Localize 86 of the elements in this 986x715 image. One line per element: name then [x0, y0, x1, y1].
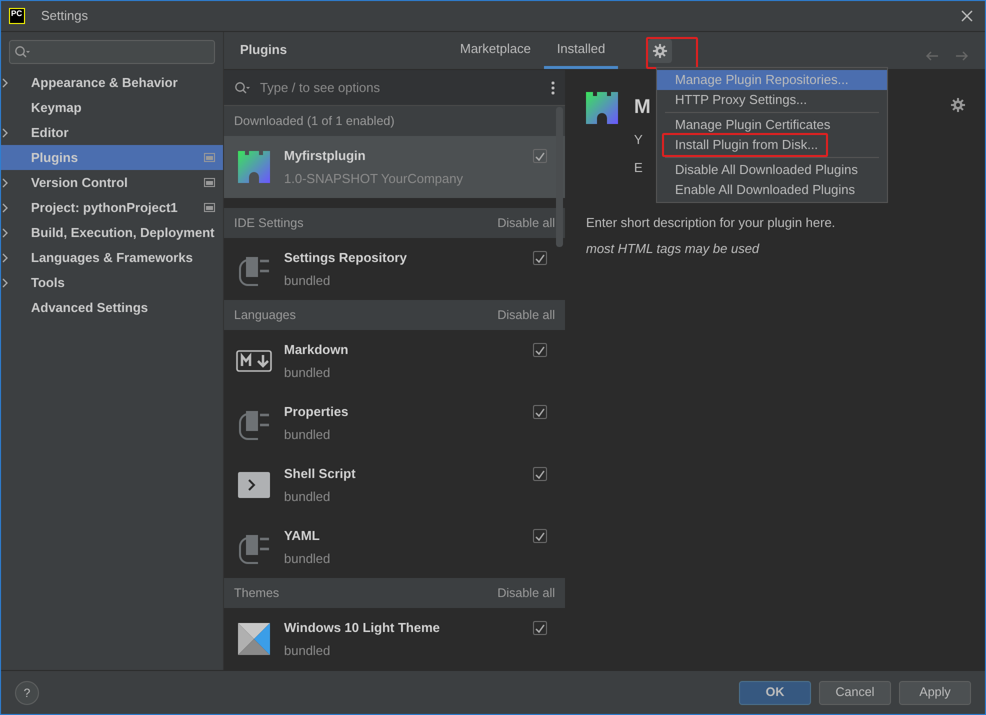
- more-options-icon: [551, 80, 555, 94]
- sidebar-item[interactable]: Languages & Frameworks: [1, 245, 223, 270]
- plugin-meta: 1.0-SNAPSHOT YourCompany: [284, 170, 464, 188]
- menu-item[interactable]: Manage Plugin Certificates: [657, 115, 887, 135]
- plugin-meta: bundled: [284, 550, 332, 568]
- enable-checkbox[interactable]: [533, 343, 547, 357]
- enable-checkbox[interactable]: [533, 149, 547, 163]
- plugin-description: Enter short description for your plugin here.: [586, 214, 836, 232]
- plugin-name: Settings Repository: [284, 248, 408, 267]
- plugin-name: Shell Script: [284, 464, 357, 483]
- plugin-row[interactable]: Myfirstplugin 1.0-SNAPSHOT YourCompany: [224, 136, 565, 198]
- section-title: Languages: [234, 306, 296, 324]
- app-logo: PC: [9, 8, 25, 24]
- search-field[interactable]: Type / to see options: [224, 70, 565, 106]
- sidebar-item[interactable]: Advanced Settings: [1, 295, 223, 320]
- project-level-icon: [204, 203, 215, 212]
- menu-item[interactable]: Enable All Downloaded Plugins: [657, 180, 887, 200]
- disable-all-link[interactable]: Disable all: [497, 306, 555, 324]
- plugin-meta: E: [634, 158, 644, 176]
- sidebar-item[interactable]: Editor: [1, 120, 223, 145]
- plugin-meta: bundled: [284, 364, 332, 382]
- enable-checkbox[interactable]: [533, 529, 547, 543]
- chevron-icon: [1, 178, 9, 188]
- sidebar-item[interactable]: Version Control: [1, 170, 223, 195]
- settings-icon: [951, 98, 965, 112]
- tab[interactable]: Marketplace: [447, 38, 544, 69]
- terminal-icon: [238, 472, 270, 498]
- menu-item[interactable]: Install Plugin from Disk...: [657, 135, 887, 155]
- dialog-button[interactable]: Cancel: [819, 680, 891, 704]
- project-level-icon: [204, 178, 215, 187]
- sidebar-item[interactable]: Build, Execution, Deployment: [1, 220, 223, 245]
- settings-icon: [653, 44, 668, 58]
- theme-icon: [238, 623, 270, 655]
- plugin-name: YAML: [284, 526, 321, 544]
- enable-checkbox[interactable]: [533, 467, 547, 481]
- plugin-name: Markdown: [284, 340, 350, 358]
- plugin-note: most HTML tags may be used: [586, 240, 760, 258]
- menu-item[interactable]: Disable All Downloaded Plugins: [657, 160, 887, 180]
- plugin-meta: bundled: [284, 272, 332, 290]
- chevron-icon: [1, 252, 9, 262]
- sidebar-item[interactable]: Keymap: [1, 95, 223, 120]
- search-input[interactable]: Type / to see options: [258, 76, 543, 98]
- sidebar-item[interactable]: Appearance & Behavior: [1, 70, 223, 95]
- enable-checkbox[interactable]: [533, 405, 547, 419]
- disable-all-link[interactable]: Disable all: [497, 584, 555, 602]
- castle-icon: [238, 151, 270, 183]
- scrollbar-thumb[interactable]: [556, 107, 563, 247]
- disable-all-link[interactable]: Disable all: [497, 214, 555, 232]
- sidebar-item[interactable]: Plugins: [1, 145, 223, 170]
- search-field[interactable]: [9, 40, 215, 64]
- plugin-name: Properties: [284, 402, 350, 421]
- plugin-vendor: Y: [634, 131, 644, 149]
- sidebar-item[interactable]: Tools: [1, 270, 223, 295]
- search-icon: [234, 80, 250, 94]
- settings-button[interactable]: [648, 39, 672, 63]
- chevron-icon: [1, 278, 9, 288]
- window-title: Settings: [41, 7, 88, 26]
- plugin-meta: bundled: [284, 426, 332, 444]
- dialog-button[interactable]: OK: [739, 680, 811, 704]
- section-title: Downloaded (1 of 1 enabled): [234, 112, 395, 130]
- chevron-icon: [1, 78, 9, 88]
- panel-title: Plugins: [239, 40, 288, 59]
- plugin-meta: bundled: [284, 642, 332, 660]
- close-icon: [961, 10, 973, 22]
- plugin-name: Myfirstplugin: [284, 146, 367, 165]
- section-title: IDE Settings: [234, 214, 304, 232]
- section-title: Themes: [234, 584, 280, 602]
- chevron-icon: [1, 202, 9, 212]
- help-button[interactable]: ?: [15, 680, 39, 704]
- search-icon: [14, 45, 30, 59]
- castle-icon: [586, 92, 618, 124]
- enable-checkbox[interactable]: [533, 251, 547, 265]
- plugin-title: M: [634, 95, 651, 120]
- sidebar-item[interactable]: Project: pythonProject1: [1, 195, 223, 220]
- plugin-name: Windows 10 Light Theme: [284, 618, 441, 637]
- chevron-icon: [1, 128, 9, 138]
- forward-arrow-icon: [955, 51, 969, 61]
- markdown-icon: [236, 350, 272, 372]
- close-button[interactable]: [961, 10, 973, 22]
- project-level-icon: [204, 153, 215, 162]
- back-arrow-icon: [925, 51, 939, 61]
- dialog-button[interactable]: Apply: [899, 680, 971, 704]
- chevron-icon: [1, 228, 9, 238]
- menu-item[interactable]: HTTP Proxy Settings...: [657, 90, 887, 110]
- enable-checkbox[interactable]: [533, 621, 547, 635]
- plugin-meta: bundled: [284, 488, 332, 506]
